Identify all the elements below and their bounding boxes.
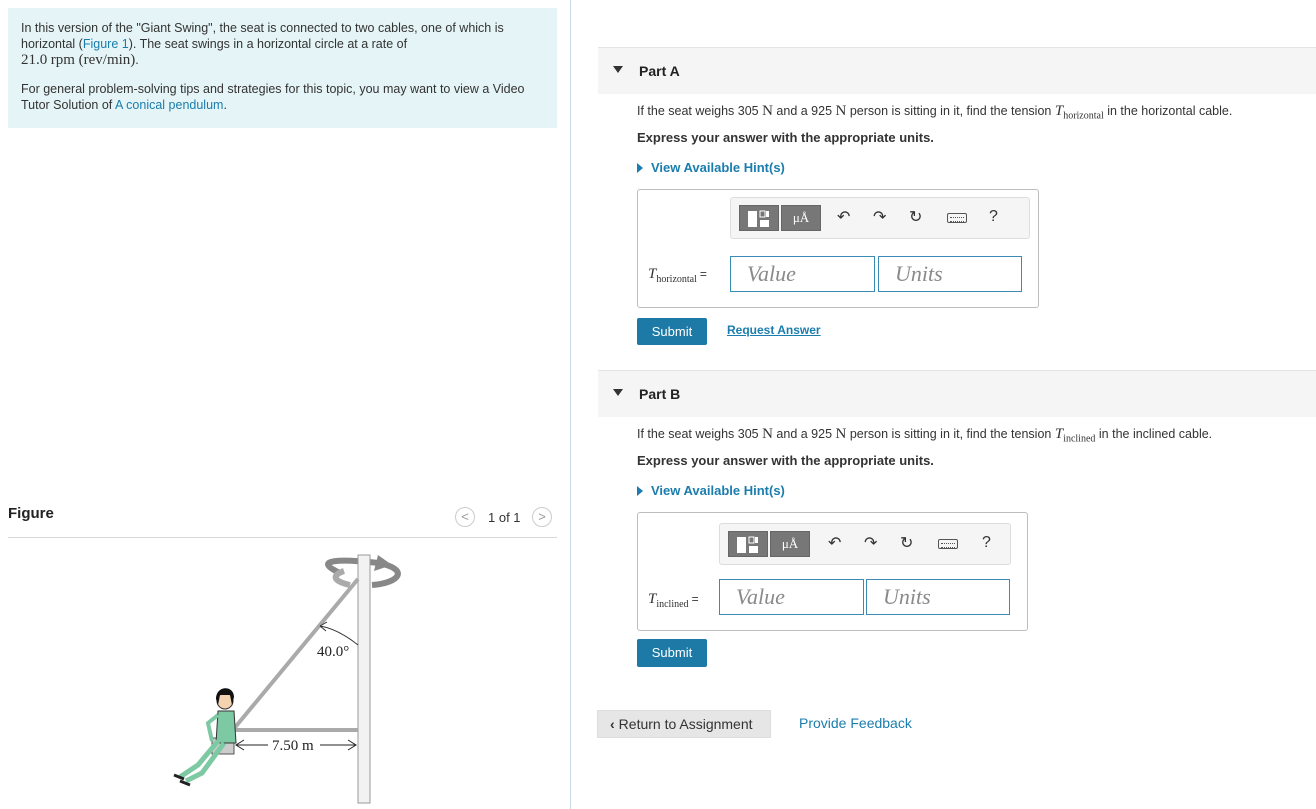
figure-header: Figure < 1 of 1 > xyxy=(8,503,557,538)
figure-pager-count: 1 of 1 xyxy=(488,510,521,525)
rider-figure xyxy=(173,688,237,787)
unit-newton: N xyxy=(762,426,773,442)
part-b-label: Part B xyxy=(639,386,681,402)
unit-newton: N xyxy=(762,103,773,119)
expand-triangle-icon xyxy=(637,486,643,496)
question-text-2: and a 925 xyxy=(776,104,833,118)
hint-label: View Available Hint(s) xyxy=(651,483,785,498)
expand-triangle-icon xyxy=(637,163,643,173)
return-to-assignment-button[interactable]: ‹ Return to Assignment xyxy=(597,710,771,738)
part-a-submit-button[interactable]: Submit xyxy=(637,318,707,345)
rotation-arrow-back xyxy=(332,568,351,588)
pole xyxy=(357,554,371,804)
video-tutor-link[interactable]: A conical pendulum xyxy=(115,98,223,112)
problem-pane: In this version of the "Giant Swing", th… xyxy=(0,0,571,809)
template-buttons: μÅ xyxy=(728,531,812,557)
equals-sign: = xyxy=(699,267,707,281)
hint-label: View Available Hint(s) xyxy=(651,160,785,175)
help-icon[interactable]: ? xyxy=(989,208,998,226)
reset-icon[interactable]: ↻ xyxy=(900,533,913,553)
fraction-template-icon xyxy=(748,210,769,227)
tension-subscript: horizontal xyxy=(1063,110,1104,122)
equals-sign: = xyxy=(691,592,699,606)
question-text-4: in the horizontal cable. xyxy=(1107,104,1233,118)
units-button[interactable]: μÅ xyxy=(781,205,821,231)
undo-icon[interactable]: ↶ xyxy=(828,533,841,553)
problem-intro: In this version of the "Giant Swing", th… xyxy=(8,8,557,128)
figure-link[interactable]: Figure 1 xyxy=(83,37,129,51)
redo-icon[interactable]: ↷ xyxy=(864,533,877,553)
part-a-variable-label: Thorizontal = xyxy=(648,266,707,285)
unit-newton: N xyxy=(835,103,847,119)
variable-subscript: horizontal xyxy=(656,274,697,285)
part-b-value-input[interactable]: Value xyxy=(719,579,864,615)
collapse-caret-icon xyxy=(613,389,623,396)
question-text-4: in the inclined cable. xyxy=(1098,427,1213,441)
templates-button[interactable] xyxy=(739,205,779,231)
tips-text: For general problem-solving tips and str… xyxy=(21,81,543,113)
part-b-math-toolbar: μÅ ↶ ↷ ↻ ? xyxy=(719,523,1011,565)
part-b-hint-toggle[interactable]: View Available Hint(s) xyxy=(637,483,785,498)
intro-period: . xyxy=(135,53,139,67)
question-text-2: and a 925 xyxy=(776,427,833,441)
part-a-hint-toggle[interactable]: View Available Hint(s) xyxy=(637,160,785,175)
distance-label: 7.50 m xyxy=(272,738,314,754)
part-b-answer-box: μÅ ↶ ↷ ↻ ? Tinclined = Value Units xyxy=(637,512,1028,631)
giant-swing-figure: 40.0° 7.50 m xyxy=(173,554,401,804)
figure-prev-button[interactable]: < xyxy=(455,507,475,527)
part-a-answer-box: μÅ ↶ ↷ ↻ ? Thorizontal = Value Units xyxy=(637,189,1039,308)
keyboard-icon[interactable] xyxy=(938,539,958,549)
part-a-instruction: Express your answer with the appropriate… xyxy=(637,130,934,145)
angle-label: 40.0° xyxy=(317,644,349,660)
request-answer-link[interactable]: Request Answer xyxy=(727,323,821,337)
help-icon[interactable]: ? xyxy=(982,534,991,552)
variable-subscript: inclined xyxy=(656,599,689,610)
part-a-label: Part A xyxy=(639,63,680,79)
intro-text-2: ). The seat swings in a horizontal circl… xyxy=(128,37,408,51)
tension-subscript: inclined xyxy=(1063,433,1096,445)
units-button[interactable]: μÅ xyxy=(770,531,810,557)
part-a-units-input[interactable]: Units xyxy=(878,256,1022,292)
keyboard-icon[interactable] xyxy=(947,213,967,223)
part-b-variable-label: Tinclined = xyxy=(648,591,699,610)
angle-arc xyxy=(319,625,359,646)
part-b-submit-button[interactable]: Submit xyxy=(637,639,707,667)
part-a-math-toolbar: μÅ ↶ ↷ ↻ ? xyxy=(730,197,1030,239)
question-text-3: person is sitting in it, find the tensio… xyxy=(849,104,1052,118)
part-a-header[interactable]: Part A xyxy=(598,47,1316,94)
reset-icon[interactable]: ↻ xyxy=(909,207,922,227)
rate-units: rpm (rev/min) xyxy=(50,52,136,68)
part-b-units-input[interactable]: Units xyxy=(866,579,1010,615)
provide-feedback-link[interactable]: Provide Feedback xyxy=(799,715,912,731)
tips-period: . xyxy=(223,98,227,112)
tension-symbol: T xyxy=(1054,426,1064,442)
tips-body: For general problem-solving tips and str… xyxy=(21,82,525,112)
part-b-header[interactable]: Part B xyxy=(598,370,1316,417)
template-buttons: μÅ xyxy=(739,205,823,231)
part-b-instruction: Express your answer with the appropriate… xyxy=(637,453,934,468)
return-label: Return to Assignment xyxy=(618,716,753,732)
figure-title: Figure xyxy=(8,505,54,522)
collapse-caret-icon xyxy=(613,66,623,73)
unit-newton: N xyxy=(835,426,847,442)
part-b-question: If the seat weighs 305 N and a 925 N per… xyxy=(637,426,1212,445)
question-text-3: person is sitting in it, find the tensio… xyxy=(849,427,1052,441)
question-text-1: If the seat weighs 305 xyxy=(637,427,759,441)
part-a-value-input[interactable]: Value xyxy=(730,256,875,292)
chevron-left-icon: ‹ xyxy=(610,716,615,732)
fraction-template-icon xyxy=(737,536,758,553)
part-a-question: If the seat weighs 305 N and a 925 N per… xyxy=(637,103,1232,122)
rate-value: 21.0 xyxy=(21,52,48,68)
redo-icon[interactable]: ↷ xyxy=(873,207,886,227)
templates-button[interactable] xyxy=(728,531,768,557)
figure-next-button[interactable]: > xyxy=(532,507,552,527)
undo-icon[interactable]: ↶ xyxy=(837,207,850,227)
problem-statement: In this version of the "Giant Swing", th… xyxy=(21,20,543,68)
question-text-1: If the seat weighs 305 xyxy=(637,104,759,118)
tension-symbol: T xyxy=(1054,103,1064,119)
